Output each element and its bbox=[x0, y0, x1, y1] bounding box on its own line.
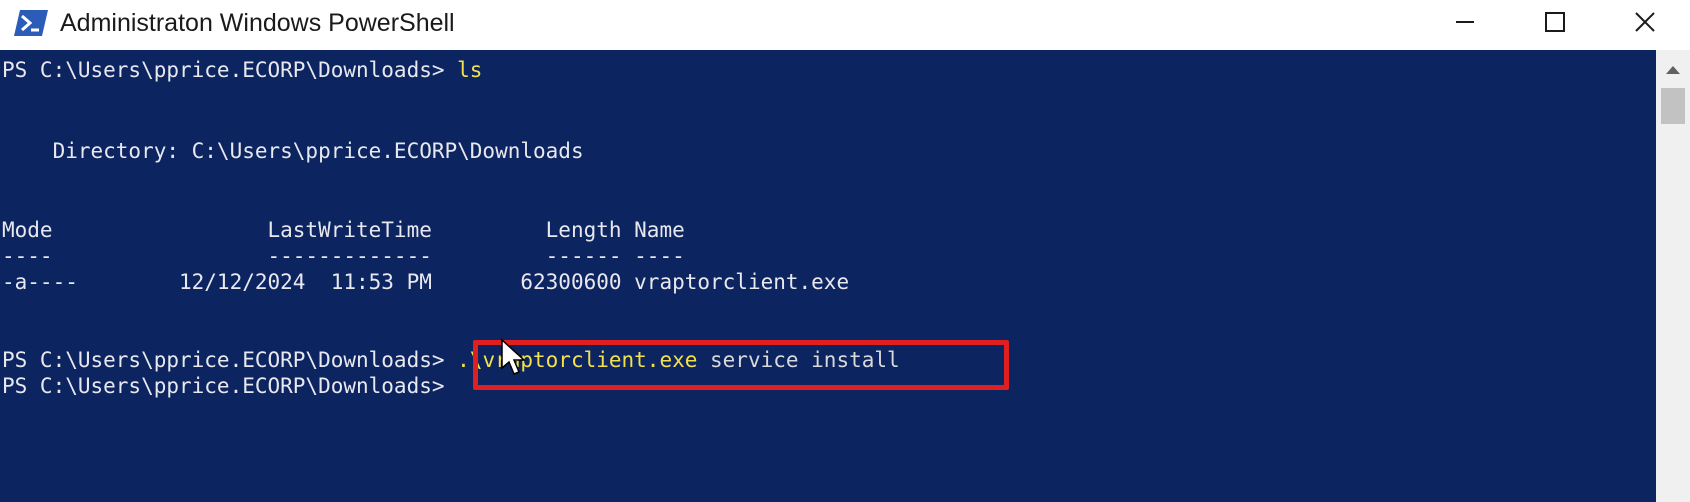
close-icon bbox=[1634, 11, 1656, 37]
console-line: PS C:\Users\pprice.ECORP\Downloads> ls bbox=[2, 57, 482, 83]
prompt: PS C:\Users\pprice.ECORP\Downloads> bbox=[2, 348, 458, 372]
vertical-scrollbar[interactable] bbox=[1656, 50, 1690, 502]
chevron-up-icon bbox=[1665, 60, 1681, 79]
mouse-cursor-icon bbox=[500, 338, 530, 378]
directory-header: Directory: C:\Users\pprice.ECORP\Downloa… bbox=[2, 139, 584, 163]
table-separator: ---- ------------- ------ ---- bbox=[2, 244, 685, 268]
title-bar[interactable]: Administraton Windows PowerShell bbox=[0, 0, 1690, 50]
window-title: Administraton Windows PowerShell bbox=[60, 9, 455, 37]
minimize-icon bbox=[1454, 11, 1476, 37]
command-text: ls bbox=[457, 58, 483, 82]
console-line: PS C:\Users\pprice.ECORP\Downloads> bbox=[2, 373, 457, 399]
scroll-up-button[interactable] bbox=[1656, 56, 1690, 82]
minimize-button[interactable] bbox=[1420, 0, 1510, 48]
scroll-thumb[interactable] bbox=[1661, 88, 1685, 124]
powershell-icon bbox=[14, 10, 48, 36]
table-header: Mode LastWriteTime Length Name bbox=[2, 218, 685, 242]
prompt: PS C:\Users\pprice.ECORP\Downloads> bbox=[2, 58, 458, 82]
console-output[interactable]: PS C:\Users\pprice.ECORP\Downloads> ls D… bbox=[0, 50, 1656, 502]
powershell-window: Administraton Windows PowerShell PS C:\U… bbox=[0, 0, 1690, 502]
table-row: -a---- 12/12/2024 11:53 PM 62300600 vrap… bbox=[2, 270, 850, 294]
prompt: PS C:\Users\pprice.ECORP\Downloads> bbox=[2, 374, 458, 398]
close-button[interactable] bbox=[1600, 0, 1690, 48]
maximize-icon bbox=[1544, 11, 1566, 37]
highlight-annotation-box bbox=[473, 340, 1009, 390]
maximize-button[interactable] bbox=[1510, 0, 1600, 48]
